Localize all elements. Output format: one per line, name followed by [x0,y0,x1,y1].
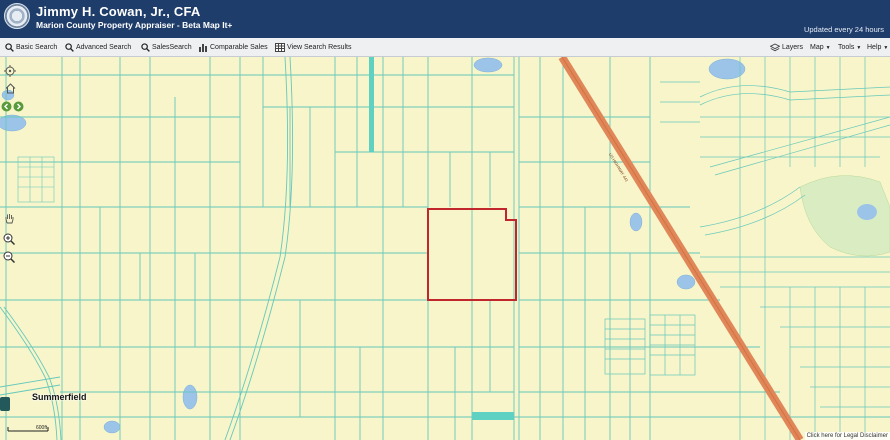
chevron-down-icon: ▼ [883,44,889,51]
app-title: Jimmy H. Cowan, Jr., CFA [36,4,201,19]
town-label: Summerfield [32,392,87,402]
app-header: Jimmy H. Cowan, Jr., CFA Marion County P… [0,0,890,38]
zoom-in-icon[interactable] [3,233,15,245]
basic-search-button[interactable]: Basic Search [5,41,57,54]
search-icon [65,43,74,52]
layers-button[interactable]: Layers [770,41,803,54]
search-icon [5,43,14,52]
previous-extent-icon[interactable] [0,100,12,112]
layers-icon [770,43,780,52]
chevron-down-icon: ▼ [825,44,831,51]
advanced-search-label: Advanced Search [76,44,132,51]
scale-label: 600ft [36,425,48,431]
canal-strip [369,57,374,152]
sales-search-label: SalesSearch [152,44,192,51]
pan-hand-icon[interactable] [3,212,15,224]
update-notice: Updated every 24 hours [803,25,884,34]
help-menu[interactable]: Help ▼ [867,41,888,54]
tools-menu[interactable]: Tools ▼ [838,41,861,54]
help-menu-label: Help [867,44,882,51]
view-search-results-label: View Search Results [287,44,352,51]
parcel-lines [0,57,890,440]
map-menu-label: Map [810,44,824,51]
locate-icon[interactable] [4,65,16,77]
app-badge-icon[interactable] [0,397,10,411]
sales-search-button[interactable]: SalesSearch [141,41,192,54]
home-icon[interactable] [4,82,16,94]
map-canvas[interactable] [0,57,890,440]
park-area [799,175,890,257]
legal-disclaimer-link[interactable]: Click here for Legal Disclaimer [804,432,890,440]
search-icon [141,43,150,52]
advanced-search-button[interactable]: Advanced Search [65,41,131,54]
view-search-results-button[interactable]: View Search Results [275,41,351,54]
comparable-sales-label: Comparable Sales [210,44,268,51]
basic-search-label: Basic Search [16,44,58,51]
parcel-map[interactable]: US HIGHWAY 441 Summerfield 600ft Click h… [0,57,890,440]
main-toolbar: Basic Search Advanced Search SalesSearch… [0,38,890,57]
comparable-sales-button[interactable]: Comparable Sales [198,41,268,54]
canal-strip [472,412,514,420]
chevron-down-icon: ▼ [856,44,862,51]
county-seal-logo [4,3,30,29]
zoom-out-icon[interactable] [3,251,15,263]
layers-label: Layers [782,44,804,51]
app-subtitle: Marion County Property Appraiser - Beta … [36,20,233,30]
next-extent-icon[interactable] [12,100,24,112]
bar-chart-icon [199,44,207,52]
table-icon [275,43,285,52]
map-menu[interactable]: Map ▼ [810,41,831,54]
residential-cluster-left [17,156,55,203]
us-highway-441 [558,57,804,440]
tools-menu-label: Tools [838,44,855,51]
